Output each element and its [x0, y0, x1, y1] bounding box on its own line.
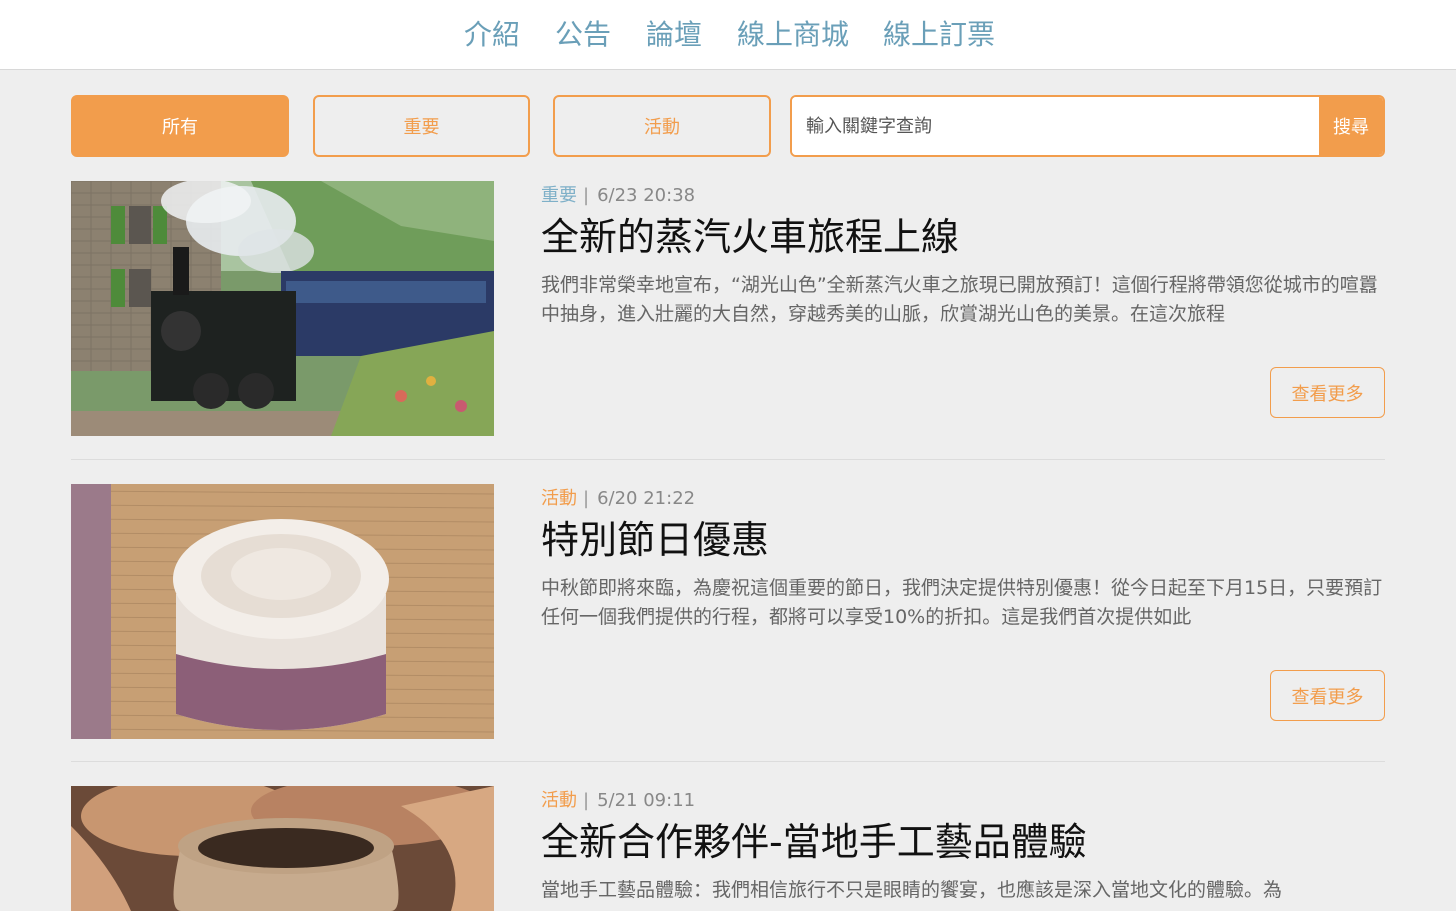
filter-important-button[interactable]: 重要 — [313, 95, 530, 157]
read-more-button[interactable]: 查看更多 — [1270, 670, 1385, 721]
article-item: 活動 | 5/21 09:11 全新合作夥伴-當地手工藝品體驗 當地手工藝品體驗：我… — [71, 786, 1385, 911]
article-date: 6/23 20:38 — [597, 185, 696, 206]
article-tag: 活動 — [541, 488, 577, 509]
meta-separator: | — [583, 488, 590, 509]
article-meta: 活動 | 5/21 09:11 — [541, 788, 695, 814]
read-more-button[interactable]: 查看更多 — [1270, 367, 1385, 418]
divider — [71, 761, 1385, 762]
filter-all-button[interactable]: 所有 — [71, 95, 289, 157]
article-item: 重要 | 6/23 20:38 全新的蒸汽火車旅程上線 我們非常榮幸地宣布，“湖光山… — [71, 181, 1385, 436]
search-box: 搜尋 — [790, 95, 1385, 157]
meta-separator: | — [583, 790, 590, 811]
pottery-photo[interactable] — [71, 786, 494, 911]
nav-link-online-booking[interactable]: 線上訂票 — [883, 18, 995, 52]
article-tag: 重要 — [541, 185, 577, 206]
nav-link-online-store[interactable]: 線上商城 — [737, 18, 849, 52]
nav-link-forum[interactable]: 論壇 — [646, 18, 702, 52]
steam-train-photo[interactable] — [71, 181, 494, 436]
article-date: 5/21 09:11 — [597, 790, 696, 811]
filter-event-button[interactable]: 活動 — [553, 95, 771, 157]
article-meta: 重要 | 6/23 20:38 — [541, 183, 695, 209]
article-excerpt: 我們非常榮幸地宣布，“湖光山色”全新蒸汽火車之旅現已開放預訂！這個行程將帶領您從… — [541, 274, 1378, 325]
top-navigation: 介紹 公告 論壇 線上商城 線上訂票 — [0, 0, 1456, 70]
nav-link-announcements[interactable]: 公告 — [555, 18, 611, 52]
article-title[interactable]: 全新合作夥伴-當地手工藝品體驗 — [541, 816, 1087, 868]
mooncake-photo[interactable] — [71, 484, 494, 739]
article-meta: 活動 | 6/20 21:22 — [541, 486, 695, 512]
meta-separator: | — [583, 185, 590, 206]
article-date: 6/20 21:22 — [597, 488, 696, 509]
article-excerpt: 當地手工藝品體驗：我們相信旅行不只是眼睛的饗宴，也應該是深入當地文化的體驗。為 — [541, 879, 1283, 901]
search-input[interactable] — [792, 97, 1321, 155]
article-item: 活動 | 6/20 21:22 特別節日優惠 中秋節即將來臨，為慶祝這個重要的節日，… — [71, 484, 1385, 739]
article-tag: 活動 — [541, 790, 577, 811]
article-title[interactable]: 全新的蒸汽火車旅程上線 — [541, 211, 959, 263]
article-title[interactable]: 特別節日優惠 — [541, 514, 769, 566]
article-excerpt: 中秋節即將來臨，為慶祝這個重要的節日，我們決定提供特別優惠！從今日起至下月15日… — [541, 577, 1383, 628]
search-button[interactable]: 搜尋 — [1319, 97, 1383, 155]
divider — [71, 459, 1385, 460]
nav-link-intro[interactable]: 介紹 — [464, 18, 520, 52]
